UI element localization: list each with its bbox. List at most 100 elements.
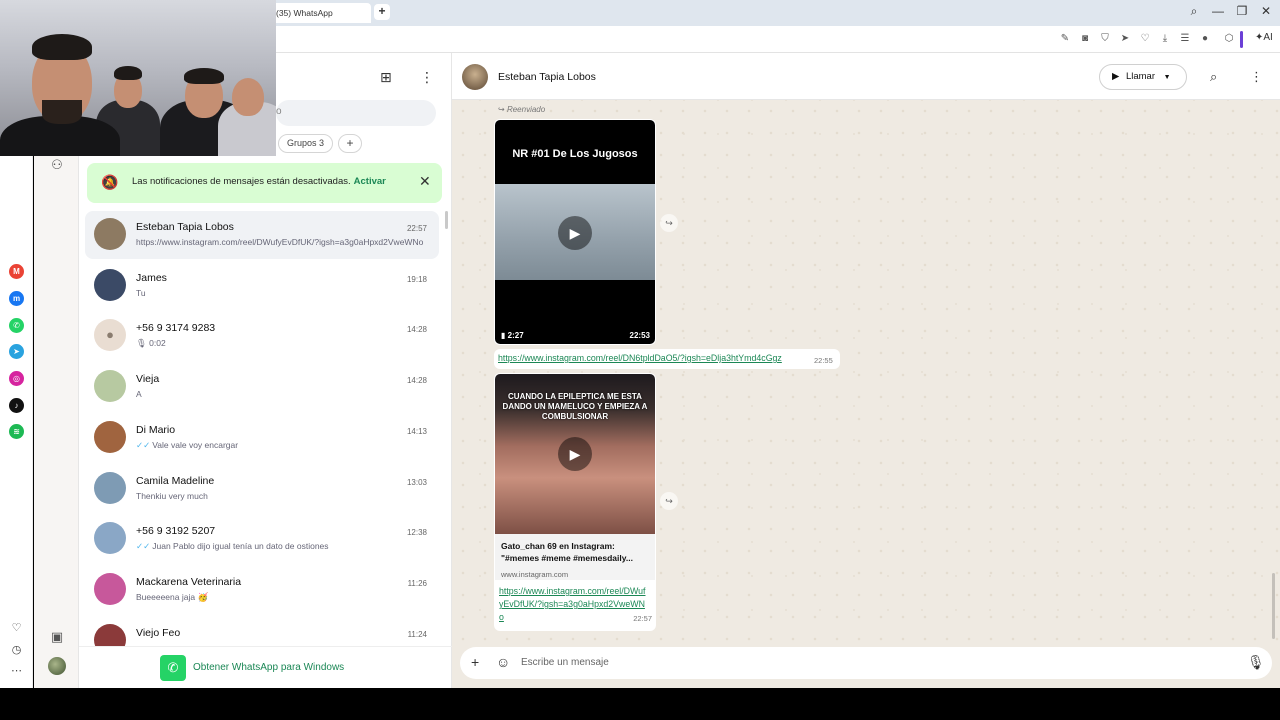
new-tab-button[interactable]: + (374, 4, 390, 20)
filter-chip-label: Grupos (287, 138, 317, 148)
chat-list-item[interactable]: ● +56 9 3174 9283 14:28 🎙 0:02 (85, 312, 439, 360)
notifications-banner-text: Las notificaciones de mensajes están des… (132, 176, 386, 187)
avatar[interactable] (94, 269, 126, 301)
chat-time: 14:28 (406, 376, 427, 385)
chat-list-item[interactable]: Esteban Tapia Lobos 22:57 https://www.inst… (85, 211, 439, 259)
whatsapp-icon[interactable]: ✆ (9, 318, 24, 333)
add-filter-button[interactable]: + (338, 134, 362, 153)
search-tabs-icon[interactable]: ⌕ (1184, 4, 1204, 19)
microphone-icon[interactable]: 🎙 (1247, 654, 1265, 671)
chat-list-item[interactable]: Camila Madeline 13:03 Thenkiu very much (85, 465, 439, 513)
chat-time: 14:13 (406, 427, 427, 436)
play-icon[interactable]: ▶ (558, 437, 592, 471)
chat-time: 12:38 (406, 528, 427, 537)
chat-name: Camila Madeline (136, 475, 215, 487)
link-preview[interactable]: Gato_chan 69 en Instagram: "#memes #meme… (495, 534, 655, 580)
close-window-icon[interactable]: ✕ (1256, 4, 1276, 18)
download-icon[interactable]: ⤓ (1158, 33, 1172, 44)
avatar[interactable]: ● (94, 319, 126, 351)
attach-plus-icon[interactable]: + (471, 654, 479, 670)
chat-time: 11:24 (407, 630, 427, 639)
spotify-icon[interactable]: ≋ (9, 424, 24, 439)
contact-name[interactable]: Esteban Tapia Lobos (498, 71, 596, 83)
search-icon[interactable]: ⌕ (1210, 69, 1217, 85)
my-profile-avatar[interactable] (48, 657, 66, 675)
contact-avatar[interactable] (462, 64, 488, 90)
link-message: https://www.instagram.com/reel/DN6tpldDa… (494, 349, 840, 369)
minimize-icon[interactable]: — (1208, 4, 1228, 18)
media-gallery-icon[interactable]: ▣ (47, 629, 67, 645)
chat-name: Di Mario (136, 424, 176, 436)
chat-preview: A (136, 389, 428, 399)
menu-icon[interactable]: ☰ (1178, 33, 1192, 44)
get-desktop-app-promo[interactable]: ✆ Obtener WhatsApp para Windows (79, 646, 452, 688)
chat-list-item[interactable]: Di Mario 14:13 ✓✓ Vale vale voy encargar (85, 414, 439, 462)
chat-name: +56 9 3192 5207 (136, 525, 216, 537)
telegram-icon[interactable]: ➤ (9, 344, 24, 359)
chat-list-item[interactable]: Viejo Feo 11:24 (85, 617, 439, 646)
chat-preview: Thenkiu very much (136, 491, 428, 501)
avatar[interactable] (94, 421, 126, 453)
message-input[interactable]: Escribe un mensaje (521, 657, 609, 668)
avatar[interactable] (94, 573, 126, 605)
chat-list-item[interactable]: Vieja 14:28 A (85, 363, 439, 411)
call-button[interactable]: ▶ Llamar ▼ (1099, 64, 1187, 90)
instagram-icon[interactable]: ◎ (9, 371, 24, 386)
chat-name: +56 9 3174 9283 (136, 322, 216, 334)
avatar[interactable] (94, 218, 126, 250)
forward-message-icon[interactable]: ↪ (660, 492, 678, 510)
search-input[interactable]: o (276, 100, 436, 126)
video-thumbnail[interactable]: NR #01 De Los Jugosos ▶ ▮ 2:27 22:53 (495, 120, 655, 344)
heart-icon[interactable]: ♡ (1138, 33, 1152, 44)
history-icon[interactable]: ◷ (9, 643, 24, 656)
camera-icon[interactable]: ◙ (1078, 33, 1092, 44)
message-composer: + ☺ Escribe un mensaje 🎙 (460, 647, 1272, 679)
chat-time: 19:18 (406, 275, 427, 284)
browser-tab-whatsapp[interactable]: (35) WhatsApp (268, 3, 371, 23)
video-duration: ▮ 2:27 (501, 331, 524, 340)
messenger-icon[interactable]: m (9, 291, 24, 306)
play-icon[interactable]: ▶ (558, 216, 592, 250)
forward-message-icon[interactable]: ↪ (660, 214, 678, 232)
menu-kebab-icon[interactable]: ⋮ (420, 69, 434, 86)
shield-icon[interactable]: ⛉ (1098, 33, 1112, 44)
avatar[interactable] (94, 522, 126, 554)
enable-notifications-link[interactable]: Activar (354, 176, 386, 187)
link-preview-message[interactable]: CUANDO LA EPILEPTICA ME ESTA DANDO UN MA… (494, 373, 656, 631)
new-chat-icon[interactable]: ⊞ (380, 69, 392, 86)
extension-icon[interactable]: ⬡ (1222, 33, 1236, 44)
avatar[interactable] (94, 624, 126, 646)
avatar[interactable] (94, 370, 126, 402)
chat-list-item[interactable]: Mackarena Veterinaria 11:26 Bueeeeena jaja… (85, 566, 439, 614)
emoji-icon[interactable]: ☺ (496, 654, 510, 670)
message-link[interactable]: https://www.instagram.com/reel/DWufyEvDf… (499, 585, 649, 624)
conversation-header[interactable]: Esteban Tapia Lobos ▶ Llamar ▼ ⌕ ⋮ (452, 53, 1280, 100)
message-time: 22:57 (633, 614, 652, 623)
communities-icon[interactable]: ⚇ (47, 157, 67, 173)
close-banner-icon[interactable]: ✕ (419, 173, 431, 190)
chat-list-scrollbar[interactable] (445, 211, 448, 229)
send-icon[interactable]: ➤ (1118, 33, 1132, 44)
chat-preview-text: https://www.instagram.com/reel/DWufyEvDf… (136, 237, 424, 247)
conversation-scrollbar[interactable] (1272, 573, 1275, 639)
chat-name: Esteban Tapia Lobos (136, 221, 234, 233)
profile-icon[interactable]: ● (1198, 33, 1212, 44)
chat-list-item[interactable]: James 19:18 Tu (85, 262, 439, 310)
menu-kebab-icon[interactable]: ⋮ (1250, 69, 1263, 85)
more-icon[interactable]: ⋯ (9, 664, 24, 677)
filter-chip-groups[interactable]: Grupos 3 (278, 134, 334, 153)
tiktok-icon[interactable]: ♪ (9, 398, 24, 413)
restore-icon[interactable]: ❐ (1232, 4, 1252, 18)
favorites-icon[interactable]: ♡ (9, 621, 24, 634)
chat-preview-text: Thenkiu very much (136, 491, 208, 501)
forwarded-text: Reenviado (506, 105, 546, 114)
reel-thumbnail[interactable]: CUANDO LA EPILEPTICA ME ESTA DANDO UN MA… (495, 374, 655, 534)
gmail-icon[interactable]: M (9, 264, 24, 279)
avatar[interactable] (94, 472, 126, 504)
video-message[interactable]: NR #01 De Los Jugosos ▶ ▮ 2:27 22:53 (494, 119, 656, 345)
message-link[interactable]: https://www.instagram.com/reel/DN6tpldDa… (498, 353, 782, 363)
chat-name: Viejo Feo (136, 627, 181, 639)
edit-icon[interactable]: ✎ (1058, 33, 1072, 44)
ai-button[interactable]: ✦AI (1255, 32, 1273, 43)
chat-list-item[interactable]: +56 9 3192 5207 12:38 ✓✓ Juan Pablo dijo ig… (85, 515, 439, 563)
